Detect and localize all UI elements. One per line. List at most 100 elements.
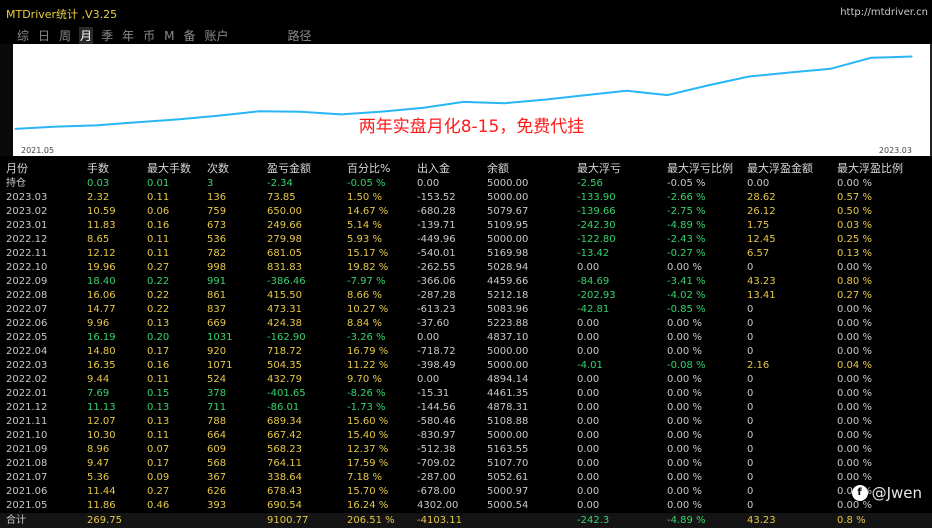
cell-balance: 5028.94 [487, 262, 529, 273]
equity-point-2023.03 [911, 55, 913, 58]
cell-percent: 8.66 % [347, 290, 382, 301]
cell-count: 837 [207, 304, 227, 315]
cell-lots: 手数 [87, 162, 109, 175]
table-row: 2021.06 11.44 0.27 626 678.43 15.70 % -678.00 5… [0, 485, 932, 499]
cell-max-lots: 0.22 [147, 290, 170, 301]
cell-balance: 5212.18 [487, 290, 529, 301]
cell-max-lots: 最大手数 [147, 162, 191, 175]
cell-lots: 8.65 [87, 234, 110, 245]
tab-0[interactable]: 综 [16, 27, 30, 45]
cell-deposit: -262.55 [417, 262, 456, 273]
cell-max-float-profit: 0 [747, 486, 754, 497]
cell-max-float-loss: -2.56 [577, 178, 603, 189]
table-row: 2021.05 11.86 0.46 393 690.54 16.24 % 4302.00 5… [0, 499, 932, 513]
left-bar [0, 44, 13, 156]
cell-lots: 11.83 [87, 220, 116, 231]
cell-month: 月份 [6, 162, 28, 175]
cell-lots: 8.96 [87, 444, 110, 455]
cell-balance: 4837.10 [487, 332, 529, 343]
cell-max-float-profit: 0 [747, 374, 754, 385]
x-axis-end-label: 2023.03 [878, 146, 912, 155]
tab-4[interactable]: 季 [100, 27, 114, 45]
tab-6[interactable]: 币 [142, 27, 156, 45]
cell-balance: 5052.61 [487, 472, 529, 483]
cell-deposit: -580.46 [417, 416, 456, 427]
tab-2[interactable]: 周 [58, 27, 72, 45]
site-url-link[interactable]: http://mtdriver.cn [840, 7, 928, 18]
cell-month: 2023.03 [6, 192, 48, 203]
cell-max-float-loss: 0.00 [577, 416, 600, 427]
equity-point-2023.01 [829, 68, 832, 70]
tab-1[interactable]: 日 [37, 27, 51, 45]
equity-point-2022.08 [625, 90, 628, 92]
cell-deposit: -139.71 [417, 220, 456, 231]
cell-max-float-profit: 13.41 [747, 290, 776, 301]
cell-max-lots: 0.46 [147, 500, 170, 511]
table-row: 2022.07 14.77 0.22 837 473.31 10.27 % -613.23 5… [0, 303, 932, 317]
cell-max-lots: 0.11 [147, 430, 170, 441]
table-row: 2021.07 5.36 0.09 367 338.64 7.18 % -287.00 505… [0, 471, 932, 485]
tab-10[interactable]: 路径 [287, 27, 313, 45]
tab-9[interactable]: 账户 [203, 27, 229, 45]
equity-chart [14, 55, 913, 130]
cell-balance: 5000.00 [487, 430, 529, 441]
total-lots: 269.75 [87, 515, 122, 526]
cell-pnl: 473.31 [267, 304, 302, 315]
cell-max-float-loss: 0.00 [577, 318, 600, 329]
cell-max-float-loss-pct: 0.00 % [667, 486, 702, 497]
cell-count: 861 [207, 290, 227, 301]
cell-balance: 5163.55 [487, 444, 529, 455]
cell-count: 3 [207, 178, 214, 189]
table-row: 2022.03 16.35 0.16 1071 504.35 11.22 % -398.49… [0, 359, 932, 373]
watermark: f @Jwen [851, 484, 922, 502]
cell-percent: 5.93 % [347, 234, 382, 245]
cell-percent: -1.73 % [347, 402, 386, 413]
cell-month: 2022.05 [6, 332, 48, 343]
cell-max-lots: 0.17 [147, 346, 170, 357]
cell-deposit: -613.23 [417, 304, 456, 315]
cell-balance: 4461.35 [487, 388, 529, 399]
cell-percent: 5.14 % [347, 220, 382, 231]
cell-max-float-profit: 0 [747, 388, 754, 399]
cell-percent: 百分比% [347, 162, 391, 175]
cell-deposit: 0.00 [417, 332, 440, 343]
tab-8[interactable]: 备 [182, 27, 196, 45]
cell-month: 持仓 [6, 178, 26, 189]
cell-max-float-loss: -242.30 [577, 220, 616, 231]
table-row: 2021.12 11.13 0.13 711 -86.01 -1.73 % -144.56 4… [0, 401, 932, 415]
cell-month: 2021.11 [6, 416, 48, 427]
cell-deposit: -144.56 [417, 402, 456, 413]
cell-max-float-loss: -122.80 [577, 234, 616, 245]
cell-max-lots: 0.01 [147, 178, 170, 189]
cell-pnl: -386.46 [267, 276, 306, 287]
equity-point-2022.04 [462, 101, 465, 103]
cell-max-lots: 0.16 [147, 360, 170, 371]
table-row: 2021.08 9.47 0.17 568 764.11 17.59 % -709.02 51… [0, 457, 932, 471]
cell-balance: 5000.00 [487, 360, 529, 371]
cell-max-float-profit: 26.12 [747, 206, 776, 217]
cell-max-float-profit: 0 [747, 318, 754, 329]
cell-max-lots: 0.13 [147, 402, 170, 413]
cell-lots: 12.12 [87, 248, 116, 259]
cell-deposit: 4302.00 [417, 500, 459, 511]
tab-3[interactable]: 月 [79, 27, 94, 45]
cell-count: 788 [207, 416, 227, 427]
cell-max-float-profit-pct: 0.00 % [837, 346, 872, 357]
cell-count: 378 [207, 388, 227, 399]
watermark-text: @Jwen [871, 484, 922, 502]
equity-point-2022.11 [748, 75, 750, 78]
cell-balance: 5223.88 [487, 318, 529, 329]
tab-7[interactable]: M [163, 27, 175, 45]
cell-pnl: 568.23 [267, 444, 302, 455]
cell-lots: 11.13 [87, 402, 116, 413]
cell-count: 998 [207, 262, 227, 273]
tab-5[interactable]: 年 [121, 27, 135, 45]
cell-max-float-profit: 12.45 [747, 234, 776, 245]
cell-max-float-loss-pct: 0.00 % [667, 332, 702, 343]
cell-percent: 1.50 % [347, 192, 382, 203]
x-axis-start-label: 2021.05 [21, 146, 55, 155]
cell-deposit: -540.01 [417, 248, 456, 259]
cell-pnl: 432.79 [267, 374, 302, 385]
cell-max-float-loss-pct: 0.00 % [667, 458, 702, 469]
cell-deposit: -678.00 [417, 486, 456, 497]
